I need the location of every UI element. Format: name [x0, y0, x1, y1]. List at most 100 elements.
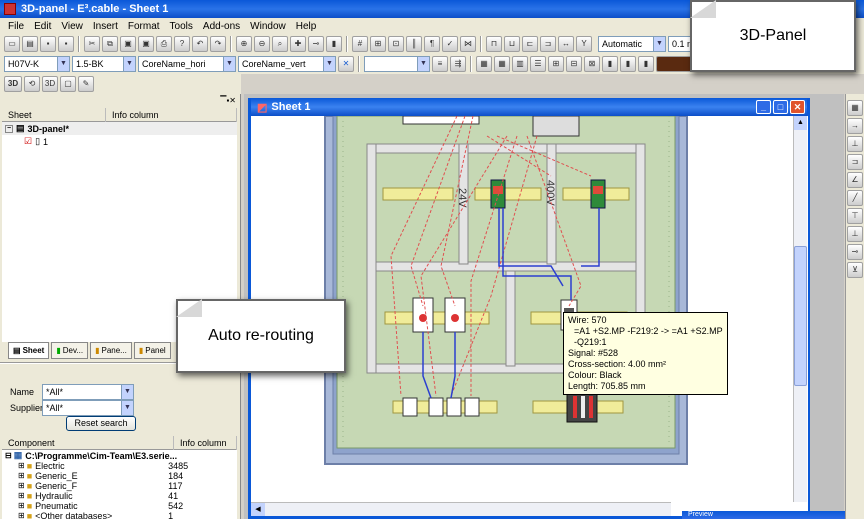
menu-tools[interactable]: Tools [165, 21, 198, 32]
merge-icon[interactable]: Y [576, 36, 592, 52]
wire-color-select[interactable]: 1.5-BK ▼ [72, 56, 136, 72]
expand-icon[interactable]: ⊞ [18, 511, 25, 519]
checklist-icon[interactable]: ✓ [442, 36, 458, 52]
tool-line-icon[interactable]: ╱ [847, 190, 863, 206]
tab-panel-a[interactable]: ▮ Pane... [90, 342, 132, 359]
cut-icon[interactable]: ✂ [84, 36, 100, 52]
tab-panel-b[interactable]: ▮ Panel [133, 342, 171, 359]
text-align-icon[interactable]: ⇶ [450, 56, 466, 72]
paragraph-icon[interactable]: ¶ [424, 36, 440, 52]
menu-file[interactable]: File [3, 21, 29, 32]
route-wires-icon[interactable]: ⊏ [522, 36, 538, 52]
panel-controls[interactable]: ▔▪✕ [220, 96, 236, 105]
collapse-icon[interactable]: ⊟ [5, 451, 12, 460]
text-height-icon[interactable]: ≡ [432, 56, 448, 72]
duct-icon[interactable]: ⊞ [548, 56, 564, 72]
chevron-down-icon[interactable]: ▼ [57, 57, 69, 71]
list-item[interactable]: ⊞ ■ Pneumatic 542 [2, 501, 237, 511]
save-icon[interactable]: ▪ [40, 36, 56, 52]
distribute-icon[interactable]: ⊠ [584, 56, 600, 72]
paste-icon[interactable]: ▣ [120, 36, 136, 52]
tool-shield-icon[interactable]: ⊻ [847, 262, 863, 278]
layout-icon[interactable]: ⊡ [388, 36, 404, 52]
chevron-down-icon[interactable]: ▼ [121, 385, 133, 399]
core-name-vert-select[interactable]: CoreName_vert ▼ [238, 56, 336, 72]
vertical-scrollbar[interactable]: ▲ [793, 116, 807, 502]
expand-icon[interactable]: ⊞ [18, 471, 25, 481]
view-3d-alt-icon[interactable]: 3D [42, 76, 58, 92]
save-all-icon[interactable]: ▪ [58, 36, 74, 52]
tool-node-icon[interactable]: ⊥ [847, 226, 863, 242]
menu-edit[interactable]: Edit [29, 21, 56, 32]
tool-connect-icon[interactable]: ⊐ [847, 154, 863, 170]
menu-view[interactable]: View [56, 21, 88, 32]
component-root[interactable]: ⊟ ▦ C:\Programme\Cim-Team\E3.serie... [2, 450, 237, 461]
tool-bus-icon[interactable]: ⊤ [847, 208, 863, 224]
snap-icon[interactable]: ⊞ [370, 36, 386, 52]
tool-pin-icon[interactable]: ⊥ [847, 136, 863, 152]
place-icon[interactable]: ▦ [476, 56, 492, 72]
device-c-icon[interactable]: ▮ [638, 56, 654, 72]
chevron-down-icon[interactable]: ▼ [417, 57, 429, 71]
tab-sheet[interactable]: ▤ Sheet [8, 342, 50, 359]
checkbox-icon[interactable]: ☑ [24, 136, 32, 147]
insert-device-icon[interactable]: ✚ [290, 36, 306, 52]
route-icon[interactable]: ⊓ [486, 36, 502, 52]
insert-block-icon[interactable]: ▮ [326, 36, 342, 52]
device-a-icon[interactable]: ▮ [602, 56, 618, 72]
tab-devices[interactable]: ▮ Dev... [51, 342, 89, 359]
view-3d-paint-icon[interactable]: ✎ [78, 76, 94, 92]
col-component[interactable]: Component [2, 435, 174, 450]
undo-icon[interactable]: ↶ [192, 36, 208, 52]
expand-icon[interactable]: ⊞ [18, 461, 25, 471]
print-icon[interactable]: ⎙ [156, 36, 172, 52]
view-3d-button[interactable]: 3D [4, 76, 22, 92]
col-component-info[interactable]: Info column [174, 435, 237, 450]
insert-connector-icon[interactable]: ⊸ [308, 36, 324, 52]
cabinet-icon[interactable]: ▥ [512, 56, 528, 72]
scroll-up-icon[interactable]: ▲ [794, 116, 807, 130]
minimize-icon[interactable]: _ [756, 100, 771, 114]
list-item[interactable]: ⊞ ■ Hydraulic 41 [2, 491, 237, 501]
chevron-down-icon[interactable]: ▼ [223, 57, 235, 71]
sheet-window-titlebar[interactable]: ◩ Sheet 1 _ □ ✕ [251, 98, 807, 116]
name-filter-select[interactable]: *All* ▼ [42, 384, 134, 400]
horizontal-scrollbar[interactable]: ◀ [251, 502, 671, 516]
menu-insert[interactable]: Insert [88, 21, 123, 32]
view-3d-box-icon[interactable]: ▢ [60, 76, 76, 92]
preview-window[interactable]: Preview [682, 511, 846, 519]
route-alt-icon[interactable]: ⊔ [504, 36, 520, 52]
chevron-down-icon[interactable]: ▼ [123, 57, 135, 71]
scroll-left-icon[interactable]: ◀ [251, 503, 265, 516]
columns-icon[interactable]: ║ [406, 36, 422, 52]
chevron-down-icon[interactable]: ▼ [653, 37, 665, 51]
expand-icon[interactable]: ⊞ [18, 481, 25, 491]
open-icon[interactable]: ▤ [22, 36, 38, 52]
find-icon[interactable]: ⌕ [272, 36, 288, 52]
grid-icon[interactable]: # [352, 36, 368, 52]
menu-help[interactable]: Help [291, 21, 322, 32]
list-item[interactable]: ⊞ ■ Generic_F 117 [2, 481, 237, 491]
chevron-down-icon[interactable]: ▼ [121, 401, 133, 415]
expand-icon[interactable]: ⊞ [18, 501, 25, 511]
paste-special-icon[interactable]: ▣ [138, 36, 154, 52]
col-sheet[interactable]: Sheet [2, 107, 106, 122]
wire-type-select[interactable]: H07V-K ▼ [4, 56, 70, 72]
apply-wire-icon[interactable]: ✕ [338, 56, 354, 72]
bundle-icon[interactable]: ⊐ [540, 36, 556, 52]
tree-root[interactable]: − ▤ 3D-panel* [2, 122, 237, 135]
expand-icon[interactable]: ⊞ [18, 491, 25, 501]
tool-arrow-icon[interactable]: → [847, 118, 863, 134]
core-name-hori-select[interactable]: CoreName_hori ▼ [138, 56, 236, 72]
new-icon[interactable]: ▭ [4, 36, 20, 52]
reset-search-button[interactable]: Reset search [66, 416, 136, 431]
device-b-icon[interactable]: ▮ [620, 56, 636, 72]
supplier-filter-select[interactable]: *All* ▼ [42, 400, 134, 416]
help-icon[interactable]: ? [174, 36, 190, 52]
list-item[interactable]: ⊞ ■ <Other databases> 1 [2, 511, 237, 519]
tool-select-icon[interactable]: ▦ [847, 100, 863, 116]
close-icon[interactable]: ✕ [790, 100, 805, 114]
col-info[interactable]: Info column [106, 107, 237, 122]
menu-format[interactable]: Format [123, 21, 165, 32]
tool-wire-icon[interactable]: ∠ [847, 172, 863, 188]
